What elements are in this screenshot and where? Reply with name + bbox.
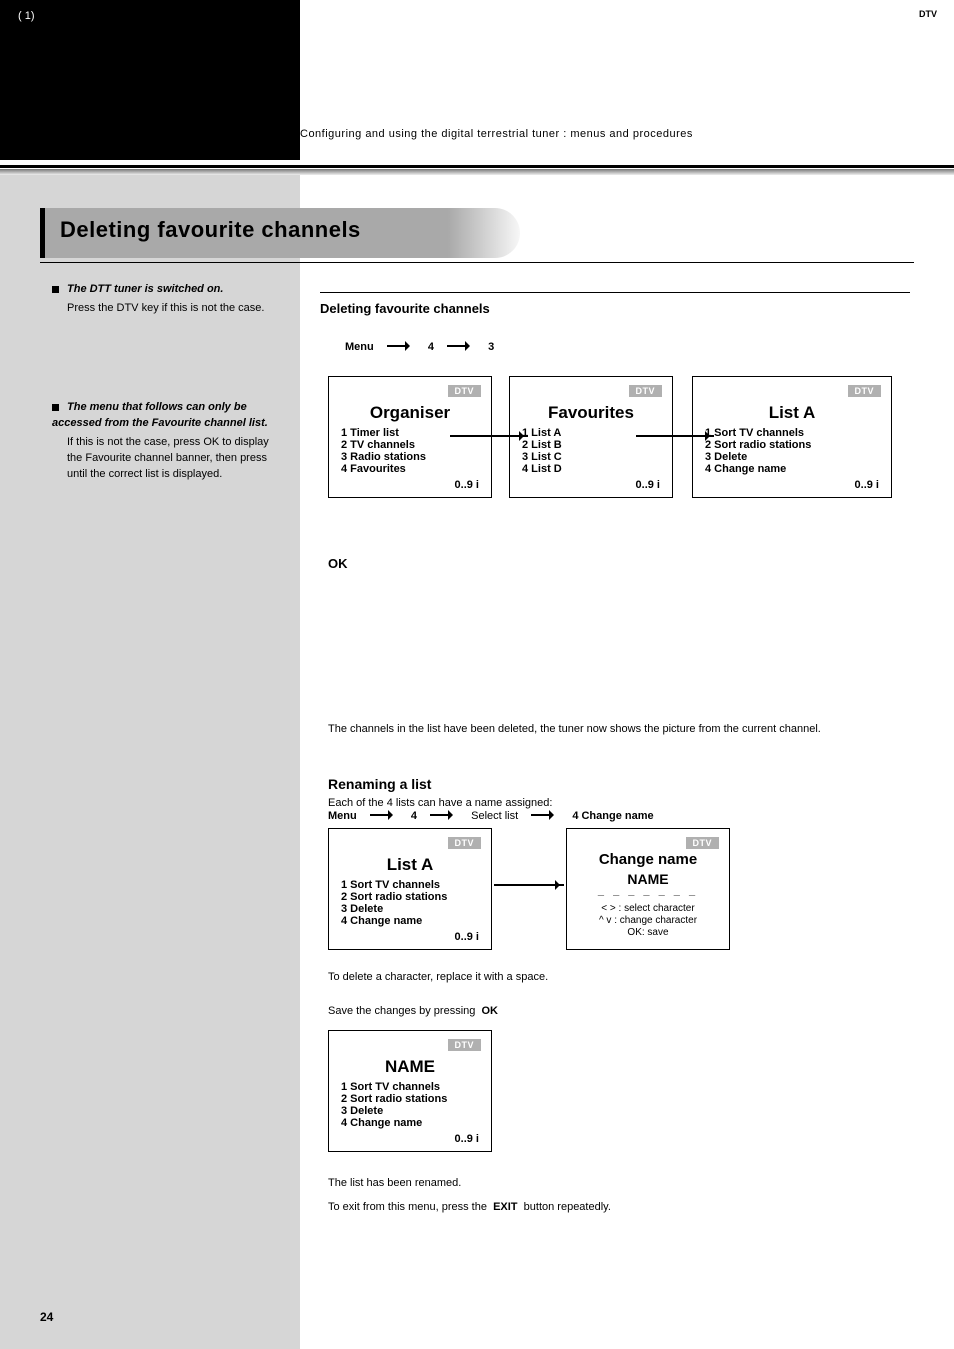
- save-text: Save the changes by pressing: [328, 1005, 475, 1017]
- renamed-text: The list has been renamed.: [328, 1176, 910, 1191]
- tip-save: Save the changes by pressing OK: [328, 1004, 498, 1019]
- hint: ^ v : change character: [567, 915, 729, 926]
- screen-title: List A: [329, 855, 491, 875]
- menu-item: 3 List C: [522, 451, 562, 463]
- title-tick: [40, 208, 45, 258]
- hint: 0..9 i: [329, 479, 479, 491]
- hint: 0..9 i: [729, 479, 879, 491]
- chapter-number: ( 1): [18, 10, 35, 22]
- menu-item: 1 Sort TV channels: [341, 879, 440, 891]
- exit-text-1: To exit from this menu, press the: [328, 1201, 487, 1213]
- bullet-icon: [52, 404, 59, 411]
- screen-title: Change name: [567, 851, 729, 868]
- hint: 0..9 i: [510, 479, 660, 491]
- screen-organiser: DTV Organiser 1 Timer list 2 TV channels…: [328, 376, 492, 498]
- menu-item: 2 TV channels: [341, 439, 415, 451]
- chapter-block: [0, 0, 300, 160]
- screen-title: Delete: [0, 26, 954, 43]
- tip-delete-char: To delete a character, replace it with a…: [328, 970, 910, 985]
- menu-item: 2 Sort radio stations: [341, 1093, 447, 1105]
- seq-4: 4: [428, 341, 434, 353]
- dtv-badge: DTV: [848, 385, 882, 397]
- divider-dark: [0, 165, 954, 168]
- menu-item: 4 Change name: [341, 1117, 422, 1129]
- sidebar: [0, 175, 300, 1349]
- menu-item: 3 Delete: [341, 1105, 383, 1117]
- screen-title: Favourites: [510, 403, 672, 423]
- sidebar-body-1: Press the DTV key if this is not the cas…: [67, 301, 280, 317]
- masthead: Configuring and using the digital terres…: [300, 128, 693, 140]
- sidebar-note-2: The menu that follows can only be access…: [52, 400, 280, 483]
- arrow-connector: [494, 884, 564, 886]
- nav-sequence-1: Menu 4 3: [345, 341, 494, 353]
- ok-label: OK: [482, 1005, 499, 1017]
- menu-item: 3 Delete: [341, 903, 383, 915]
- screen-favourites: DTV Favourites 1 List A 2 List B 3 List …: [509, 376, 673, 498]
- hint: < > : select character: [567, 903, 729, 914]
- menu-item: 2 Sort radio stations: [705, 439, 811, 451]
- arrow-icon: [387, 342, 415, 350]
- screen-subtitle: List A: [0, 42, 954, 59]
- menu-item: 4 Change name: [341, 915, 422, 927]
- seq-menu: Menu: [345, 341, 374, 353]
- screen-list-a: DTV List A 1 Sort TV channels 2 Sort rad…: [692, 376, 892, 498]
- title-underline: [40, 262, 914, 263]
- menu-item: 1 Sort TV channels: [705, 427, 804, 439]
- seq-4: 4: [411, 810, 417, 822]
- menu-item: 1 Timer list: [341, 427, 399, 439]
- page-title: Deleting favourite channels: [60, 217, 361, 243]
- exit-text-2: button repeatedly.: [524, 1201, 611, 1213]
- exit-instruction: To exit from this menu, press the EXIT b…: [328, 1200, 910, 1215]
- arrow-connector: [636, 435, 714, 437]
- sidebar-body-2: If this is not the case, press OK to dis…: [67, 435, 280, 483]
- screen-list-a-2: DTV List A 1 Sort TV channels 2 Sort rad…: [328, 828, 492, 950]
- dtv-badge: DTV: [448, 837, 482, 849]
- subhead: Deleting favourite channels: [320, 301, 490, 316]
- prompt: OK: confirm: [0, 82, 954, 94]
- screen-title: NAME: [329, 1057, 491, 1077]
- arrow-icon: [430, 811, 458, 819]
- arrow-connector: [450, 435, 528, 437]
- seq-select: Select list: [471, 810, 518, 822]
- explain-text: The channels in the list have been delet…: [328, 722, 910, 737]
- menu-item: 4 Favourites: [341, 463, 406, 475]
- ok-label: OK: [328, 556, 348, 571]
- hint: OK: save: [567, 927, 729, 938]
- subhead-rule: [320, 292, 910, 294]
- exit-label: EXIT: [493, 1201, 517, 1213]
- section-head-rename: Renaming a list: [328, 776, 431, 792]
- screen-title: Organiser: [329, 403, 491, 423]
- menu-item: 4 Change name: [705, 463, 786, 475]
- menu-item: 4 List D: [522, 463, 562, 475]
- arrow-icon: [370, 811, 398, 819]
- seq-3: 3: [488, 341, 494, 353]
- prompt: EXIT: cancel: [0, 96, 954, 108]
- hint: 0..9 i: [329, 931, 479, 943]
- seq-4-change: 4 Change name: [572, 810, 653, 822]
- dtv-badge: DTV: [912, 8, 944, 20]
- page-number: 24: [40, 1310, 53, 1324]
- arrow-icon: [447, 342, 475, 350]
- screen-change-name: DTV Change name NAME _ _ _ _ _ _ _ < > :…: [566, 828, 730, 950]
- dtv-badge: DTV: [448, 385, 482, 397]
- bullet-icon: [52, 286, 59, 293]
- hint: 0..9 i: [329, 1133, 479, 1145]
- arrow-icon: [531, 811, 559, 819]
- screen-renamed: DTV NAME 1 Sort TV channels 2 Sort radio…: [328, 1030, 492, 1152]
- dtv-badge: DTV: [629, 385, 663, 397]
- menu-item: 3 Delete: [705, 451, 747, 463]
- screen-title: List A: [693, 403, 891, 423]
- dtv-badge: DTV: [686, 837, 720, 849]
- sidebar-head-1: The DTT tuner is switched on.: [67, 283, 223, 295]
- menu-item: 2 Sort radio stations: [341, 891, 447, 903]
- sidebar-head-2: The menu that follows can only be access…: [52, 401, 268, 429]
- seq-menu: Menu: [328, 810, 357, 822]
- menu-item: 1 Sort TV channels: [341, 1081, 440, 1093]
- sidebar-note-1: The DTT tuner is switched on. Press the …: [52, 282, 280, 317]
- nav-sequence-2: Menu 4 Select list 4 Change name: [328, 810, 654, 822]
- name-underline: _ _ _ _ _ _ _: [567, 885, 729, 897]
- prompt: Clear the list?: [0, 66, 954, 78]
- dtv-badge: DTV: [448, 1039, 482, 1051]
- menu-item: 3 Radio stations: [341, 451, 426, 463]
